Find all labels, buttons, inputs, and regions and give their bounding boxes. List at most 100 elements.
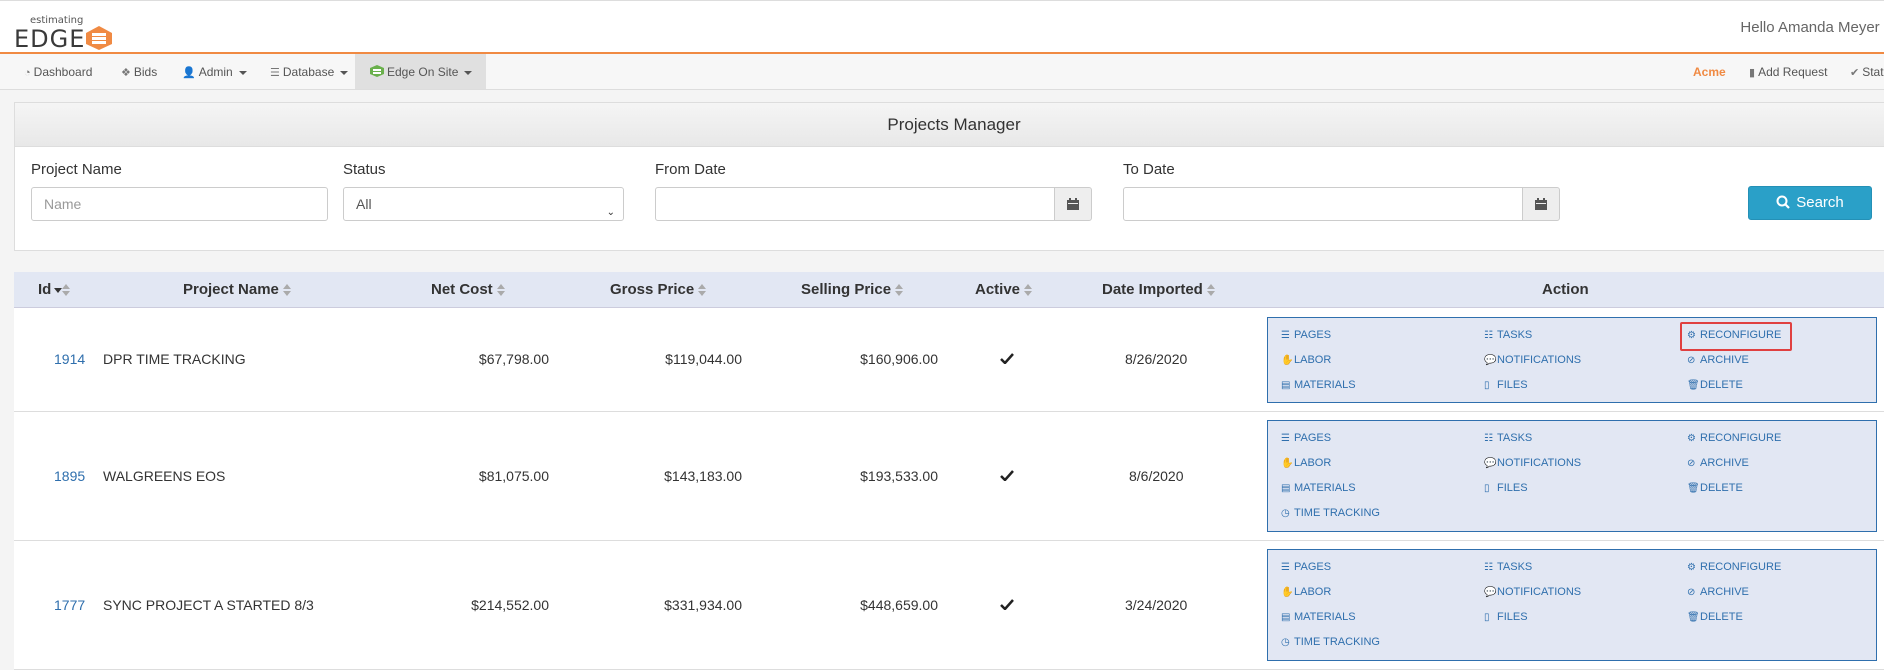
sort-icon [698,284,707,297]
action-archive-label: ARCHIVE [1700,457,1749,469]
to-date-calendar-button[interactable] [1522,187,1560,221]
col-active[interactable]: Active [975,272,1033,308]
selling-price: $193,533.00 [860,468,938,484]
col-selling-price[interactable]: Selling Price [801,272,904,308]
selling-price: $448,659.00 [860,597,938,613]
col-project-name[interactable]: Project Name [183,272,291,308]
nav-acme-label: Acme [1693,65,1726,79]
action-reconfigure-label: RECONFIGURE [1700,561,1782,573]
search-button[interactable]: Search [1748,186,1872,220]
action-time-tracking[interactable]: ◷ TIME TRACKING [1281,507,1380,519]
col-date-imported[interactable]: Date Imported [1102,272,1215,308]
action-labor[interactable]: ✋LABOR [1281,457,1331,469]
nav-dashboard[interactable]: ◔ Dashboard [24,54,92,89]
status-label: Status [343,161,386,178]
action-time-tracking-label: TIME TRACKING [1294,507,1380,519]
action-pages[interactable]: ☰ PAGES [1281,432,1331,444]
action-tasks[interactable]: ☷ TASKS [1484,329,1532,341]
file-icon: ▯ [1484,612,1490,623]
action-notifications[interactable]: 💬NOTIFICATIONS [1484,457,1581,469]
action-notifications-label: NOTIFICATIONS [1497,457,1582,469]
user-gear-icon: 👤 [182,67,196,79]
action-files[interactable]: ▯ FILES [1484,379,1528,391]
action-archive[interactable]: ⊘ ARCHIVE [1687,354,1749,366]
action-delete[interactable]: 🗑DELETE [1687,379,1743,391]
nav-add-request-label: Add Request [1758,65,1828,79]
toolbox-icon: ▤ [1281,483,1291,494]
from-date-label: From Date [655,161,726,178]
sort-desc-icon [51,281,62,298]
action-tasks[interactable]: ☷ TASKS [1484,432,1532,444]
col-id[interactable]: Id [38,272,71,308]
action-files[interactable]: ▯ FILES [1484,611,1528,623]
project-name: SYNC PROJECT A STARTED 8/3 [103,597,314,613]
nav-edge-on-site[interactable]: Edge On Site [355,54,487,89]
action-labor[interactable]: ✋LABOR [1281,354,1331,366]
nav-add-request[interactable]: ▮ Add Request [1749,54,1827,89]
net-cost: $81,075.00 [478,468,549,484]
action-pages[interactable]: ☰ PAGES [1281,329,1331,341]
list-icon: ☰ [1281,330,1290,341]
greeting[interactable]: Hello Amanda Meyer ! [1740,19,1884,36]
edge-logo[interactable]: estimating EDGE [14,13,114,53]
status-select[interactable]: All ⌄ [343,187,624,221]
nav-bids-label: Bids [133,65,158,79]
check-circle-icon: ✔ [1850,67,1860,79]
action-tasks-label: TASKS [1497,329,1533,341]
action-time-tracking-label: TIME TRACKING [1294,636,1380,648]
logo-text: EDGE [14,25,86,53]
calendar-icon [1535,198,1547,210]
action-delete-label: DELETE [1700,611,1743,623]
action-materials[interactable]: ▤ MATERIALS [1281,611,1356,623]
action-labor-label: LABOR [1294,354,1332,366]
sort-icon [1024,284,1033,297]
nav-acme[interactable]: Acme [1693,54,1726,89]
sort-icon [895,284,904,297]
nav-database-label: Database [282,65,335,79]
project-name-input[interactable]: Name [31,187,328,221]
project-id-link[interactable]: 1914 [54,351,85,367]
nav-edge-on-site-label: Edge On Site [387,65,459,79]
action-time-tracking[interactable]: ◷ TIME TRACKING [1281,636,1380,648]
nav-stat[interactable]: ✔ Stat [1850,54,1884,89]
gross-price: $331,934.00 [664,597,742,613]
action-notifications[interactable]: 💬NOTIFICATIONS [1484,586,1581,598]
project-id-link[interactable]: 1895 [54,468,85,484]
col-project-name-label: Project Name [183,281,279,298]
tasks-icon: ☷ [1484,330,1493,341]
clipboard-icon: ▮ [1749,67,1756,79]
search-button-label: Search [1796,194,1844,211]
action-files-label: FILES [1497,482,1528,494]
action-delete[interactable]: 🗑DELETE [1687,482,1743,494]
col-gross-price[interactable]: Gross Price [610,272,707,308]
logo-cube-icon [86,26,112,50]
project-name: DPR TIME TRACKING [103,351,246,367]
to-date-input[interactable] [1123,187,1523,221]
action-reconfigure[interactable]: ⚙ RECONFIGURE [1687,432,1781,444]
trash-icon: 🗑 [1687,612,1700,623]
from-date-calendar-button[interactable] [1054,187,1092,221]
action-delete[interactable]: 🗑DELETE [1687,611,1743,623]
action-labor[interactable]: ✋LABOR [1281,586,1331,598]
ban-icon: ⊘ [1687,355,1696,366]
action-archive[interactable]: ⊘ ARCHIVE [1687,457,1749,469]
action-files[interactable]: ▯ FILES [1484,482,1528,494]
nav-database[interactable]: ☰ Database [270,54,349,89]
project-id-link[interactable]: 1777 [54,597,85,613]
project-name: WALGREENS EOS [103,468,226,484]
top-header: estimating EDGE Hello Amanda Meyer ! [0,0,1884,54]
action-materials[interactable]: ▤ MATERIALS [1281,482,1356,494]
action-pages[interactable]: ☰ PAGES [1281,561,1331,573]
action-notifications[interactable]: 💬NOTIFICATIONS [1484,354,1581,366]
from-date-input[interactable] [655,187,1055,221]
action-tasks[interactable]: ☷ TASKS [1484,561,1532,573]
nav-admin[interactable]: 👤 Admin [182,54,247,89]
to-date-label: To Date [1123,161,1175,178]
toolbox-icon: ▤ [1281,380,1291,391]
action-reconfigure[interactable]: ⚙ RECONFIGURE [1687,561,1781,573]
action-materials[interactable]: ▤ MATERIALS [1281,379,1356,391]
action-archive[interactable]: ⊘ ARCHIVE [1687,586,1749,598]
col-selling-price-label: Selling Price [801,281,892,298]
nav-bids[interactable]: ❖ Bids [121,54,157,89]
col-net-cost[interactable]: Net Cost [431,272,505,308]
